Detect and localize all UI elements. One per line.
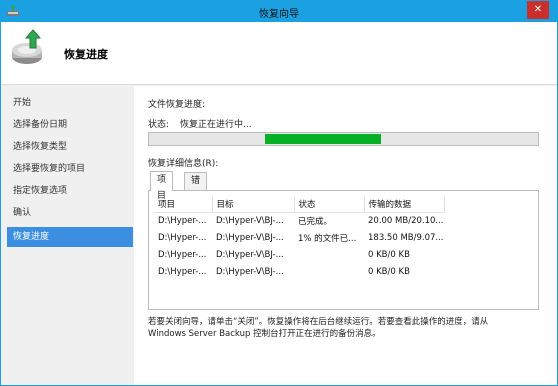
table-row[interactable]: D:\Hyper-... D:\Hyper-V\BJ-... 已完成。 20.0… <box>154 212 444 229</box>
main-content: 文件恢复进度: 状态: 恢复正在进行中... 恢复详细信息(R): 项目 错误 … <box>134 86 557 385</box>
page-title: 恢复进度 <box>64 48 108 61</box>
backup-restore-icon <box>12 29 42 64</box>
tab-errors[interactable]: 错误 <box>184 172 208 202</box>
wizard-header: 恢复进度 <box>1 22 557 85</box>
tab-items[interactable]: 项目 <box>150 171 174 201</box>
step-start[interactable]: 开始 <box>7 93 133 113</box>
cell-transferred: 183.50 MB/9.07... <box>368 232 444 243</box>
table-row[interactable]: D:\Hyper-... D:\Hyper-V\BJ-... 0 KB/0 KB <box>154 263 444 280</box>
cell-status: 已完成。 <box>298 216 333 227</box>
cell-target: D:\Hyper-V\BJ-... <box>216 232 284 243</box>
progress-fill <box>265 134 381 144</box>
note-line-2: Windows Server Backup 控制台打开正在进行的备份消息。 <box>148 329 381 339</box>
cell-target: D:\Hyper-V\BJ-... <box>216 215 284 226</box>
step-recovery-options[interactable]: 指定恢复选项 <box>7 181 133 201</box>
title-bar[interactable]: 恢复向导 ✕ <box>1 1 557 22</box>
window-title: 恢复向导 <box>259 9 299 20</box>
restore-wizard-window: 恢复向导 ✕ 恢复进度 开始 选择备份日期 选择恢复类型 选择要恢复的项目 指定… <box>0 0 558 386</box>
cell-item: D:\Hyper-... <box>158 266 207 277</box>
cell-transferred: 20.00 MB/20.10... <box>368 215 444 226</box>
cell-target: D:\Hyper-V\BJ-... <box>216 266 284 277</box>
cell-transferred: 0 KB/0 KB <box>368 249 410 260</box>
restore-progress-bar <box>148 132 539 146</box>
step-confirm[interactable]: 确认 <box>7 203 133 223</box>
cell-item: D:\Hyper-... <box>158 232 207 243</box>
table-row[interactable]: D:\Hyper-... D:\Hyper-V\BJ-... 0 KB/0 KB <box>154 246 444 263</box>
details-grid: 项目 目标 状态 传输的数据 D:\Hyper-... D:\Hyper-V\B… <box>154 197 445 280</box>
column-header-transferred[interactable]: 传输的数据 <box>364 197 445 213</box>
table-header-row: 项目 目标 状态 传输的数据 <box>154 197 445 213</box>
close-button[interactable]: ✕ <box>527 1 549 19</box>
column-header-target[interactable]: 目标 <box>212 197 295 213</box>
cell-status <box>294 263 364 280</box>
cell-status: 1% 的文件已... <box>298 233 357 244</box>
status-label: 状态: <box>148 120 170 130</box>
step-select-items[interactable]: 选择要恢复的项目 <box>7 159 133 179</box>
note-line-1: 若要关闭向导，请单击“关闭”。恢复操作将在后台继续运行。若要查看此操作的进度，请… <box>148 317 489 327</box>
column-header-status[interactable]: 状态 <box>294 197 365 213</box>
cell-transferred: 0 KB/0 KB <box>368 266 410 277</box>
cell-item: D:\Hyper-... <box>158 249 207 260</box>
status-value: 恢复正在进行中... <box>180 120 252 130</box>
close-wizard-note: 若要关闭向导，请单击“关闭”。恢复操作将在后台继续运行。若要查看此操作的进度，请… <box>148 316 540 340</box>
step-select-backup-date[interactable]: 选择备份日期 <box>7 115 133 135</box>
wizard-steps-sidebar: 开始 选择备份日期 选择恢复类型 选择要恢复的项目 指定恢复选项 确认 恢复进度 <box>1 86 134 385</box>
cell-item: D:\Hyper-... <box>158 215 207 226</box>
recovery-details-table[interactable]: 项目 目标 状态 传输的数据 D:\Hyper-... D:\Hyper-V\B… <box>148 190 539 310</box>
details-label: 恢复详细信息(R): <box>148 159 219 169</box>
table-row[interactable]: D:\Hyper-... D:\Hyper-V\BJ-... 1% 的文件已..… <box>154 229 444 246</box>
section-title: 文件恢复进度: <box>148 100 206 110</box>
step-select-recovery-type[interactable]: 选择恢复类型 <box>7 137 133 157</box>
cell-status <box>294 246 364 263</box>
step-recovery-progress[interactable]: 恢复进度 <box>7 227 133 247</box>
cell-target: D:\Hyper-V\BJ-... <box>216 249 284 260</box>
